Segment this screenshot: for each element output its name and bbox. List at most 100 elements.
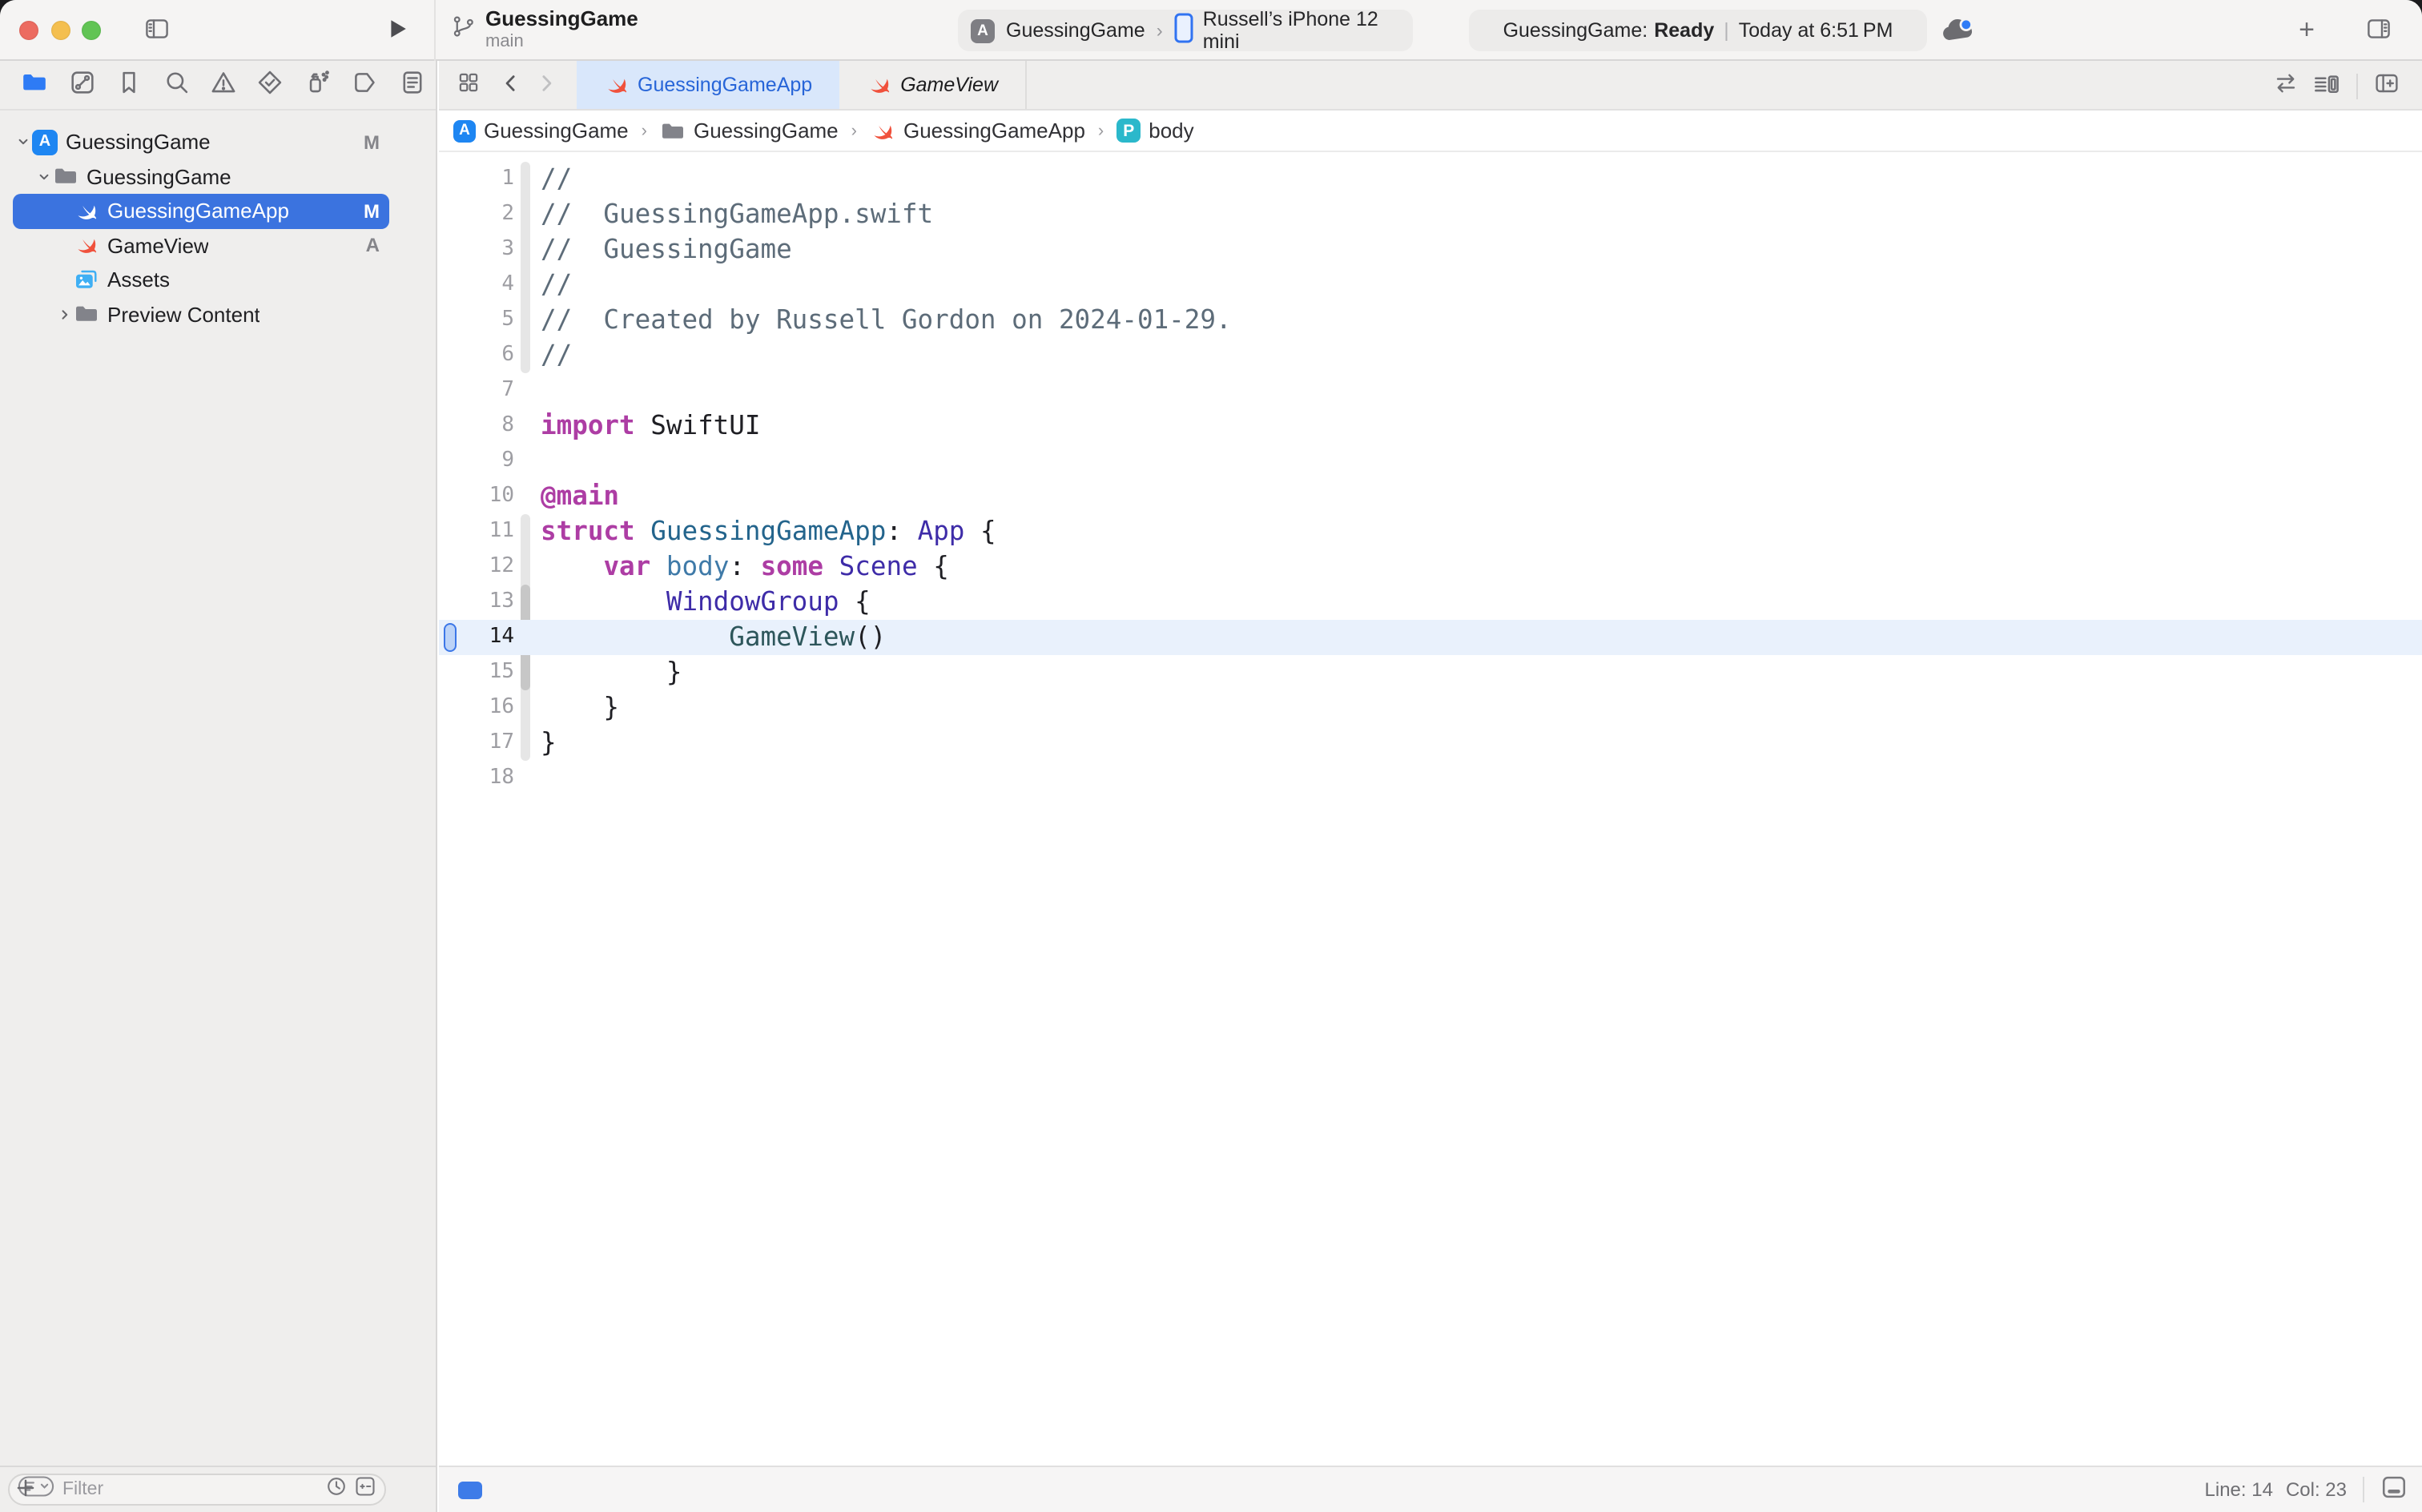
tree-row-guessinggameapp[interactable]: GuessingGameAppM (13, 194, 389, 228)
nav-tab-source-control-navigator[interactable] (58, 64, 106, 106)
code-review-button[interactable] (2267, 70, 2305, 101)
nav-tab-debug-navigator[interactable] (294, 64, 341, 106)
minimize-window-button[interactable] (51, 21, 70, 40)
code-line-9[interactable]: 9 (439, 444, 2422, 479)
tree-row-gameview[interactable]: GameViewA (13, 228, 389, 263)
adjust-editor-options-button[interactable] (2305, 70, 2347, 102)
code-line-15[interactable]: 15 } (439, 655, 2422, 690)
line-number[interactable]: 12 (439, 549, 514, 585)
swift-file-icon (867, 72, 892, 98)
line-number[interactable]: 8 (439, 408, 514, 444)
close-window-button[interactable] (19, 21, 38, 40)
code-line-6[interactable]: 6 // (439, 338, 2422, 373)
navigator-sidebar: AGuessingGameM GuessingGame GuessingGameAp… (0, 61, 437, 1512)
scheme-name[interactable]: GuessingGame (1006, 19, 1145, 42)
nav-tab-find-navigator[interactable] (153, 64, 200, 106)
document-info: GuessingGame main (452, 6, 638, 53)
code-line-7[interactable]: 7 (439, 373, 2422, 408)
editor-layout-button[interactable] (2379, 1475, 2408, 1504)
editor-tab-guessinggameapp[interactable]: GuessingGameApp (577, 61, 839, 109)
tree-row-label: GuessingGame (86, 165, 231, 189)
filter-placeholder: Filter (62, 1480, 325, 1499)
toggle-inspector-button[interactable] (2361, 14, 2396, 46)
code-line-4[interactable]: 4// (439, 267, 2422, 303)
file-status-badge: A (366, 235, 380, 257)
filter-field[interactable]: Filter (8, 1474, 386, 1506)
line-number[interactable]: 9 (439, 444, 514, 479)
code-line-14[interactable]: 14 GameView() (439, 620, 2422, 655)
editor-mode-chip[interactable] (458, 1481, 482, 1498)
go-back-button[interactable] (493, 61, 529, 109)
line-number[interactable]: 18 (439, 761, 514, 796)
line-number[interactable]: 1 (439, 162, 514, 197)
code-line-13[interactable]: 13 WindowGroup { (439, 585, 2422, 620)
source-editor[interactable]: 1//2// GuessingGameApp.swift3// Guessing… (439, 154, 2422, 1466)
code-line-12[interactable]: 12 var body: some Scene { (439, 549, 2422, 585)
related-items-button[interactable] (447, 61, 489, 109)
line-number[interactable]: 16 (439, 690, 514, 726)
nav-tab-test-navigator[interactable] (247, 64, 294, 106)
zoom-window-button[interactable] (82, 21, 101, 40)
line-number[interactable]: 15 (439, 655, 514, 690)
code-line-16[interactable]: 16 } (439, 690, 2422, 726)
nav-tab-report-navigator[interactable] (388, 64, 436, 106)
nav-tab-bookmark-navigator[interactable] (106, 64, 153, 106)
toggle-navigator-button[interactable] (141, 16, 173, 46)
code-line-18[interactable]: 18 (439, 761, 2422, 796)
scheme-selector[interactable]: A GuessingGame › Russell’s iPhone 12 min… (958, 10, 1413, 51)
tree-row-guessinggame[interactable]: AGuessingGameM (13, 125, 389, 159)
line-number[interactable]: 10 (439, 479, 514, 514)
code-text: // (541, 338, 572, 373)
code-line-17[interactable]: 17} (439, 726, 2422, 761)
swift-file-icon (604, 72, 630, 98)
library-add-button[interactable]: + (2291, 14, 2323, 46)
line-number[interactable]: 7 (439, 373, 514, 408)
go-forward-button[interactable] (529, 61, 564, 109)
folder-icon (660, 118, 686, 143)
assets-icon (74, 267, 99, 293)
line-number[interactable]: 3 (439, 232, 514, 267)
code-line-10[interactable]: 10@main (439, 479, 2422, 514)
breadcrumb-guessinggame[interactable]: AGuessingGame (453, 119, 629, 143)
code-line-5[interactable]: 5// Created by Russell Gordon on 2024-01… (439, 303, 2422, 338)
tree-row-preview-content[interactable]: Preview Content (13, 297, 389, 332)
tree-row-assets[interactable]: Assets (13, 263, 389, 297)
breadcrumb-guessinggameapp[interactable]: GuessingGameApp (870, 118, 1085, 143)
line-number[interactable]: 13 (439, 585, 514, 620)
line-number[interactable]: 4 (439, 267, 514, 303)
line-number[interactable]: 5 (439, 303, 514, 338)
breadcrumb-guessinggame[interactable]: GuessingGame (660, 118, 839, 143)
recent-files-icon[interactable] (325, 1474, 348, 1505)
disclosure-open-icon[interactable] (34, 168, 53, 186)
line-number[interactable]: 17 (439, 726, 514, 761)
disclosure-closed-icon[interactable] (54, 306, 74, 324)
breadcrumb-body[interactable]: Pbody (1116, 119, 1193, 143)
cloud-sync-icon[interactable] (1938, 13, 1977, 48)
code-line-11[interactable]: 11struct GuessingGameApp: App { (439, 514, 2422, 549)
nav-tab-project-navigator[interactable] (11, 64, 58, 106)
run-button[interactable] (383, 16, 412, 45)
nav-tab-issue-navigator[interactable] (200, 64, 247, 106)
editor-area: GuessingGameAppGameView AGuessingGame›Gu… (439, 61, 2422, 1512)
add-file-button[interactable] (13, 1477, 38, 1502)
code-line-1[interactable]: 1// (439, 162, 2422, 197)
editor-tab-label: GuessingGameApp (638, 74, 812, 96)
nav-tab-breakpoint-navigator[interactable] (341, 64, 388, 106)
line-number[interactable]: 6 (439, 338, 514, 373)
source-control-status-icon[interactable] (354, 1474, 376, 1505)
code-line-2[interactable]: 2 // GuessingGameApp.swift (439, 197, 2422, 232)
tree-row-guessinggame[interactable]: GuessingGame (13, 159, 389, 194)
status-divider: | (1724, 19, 1729, 42)
code-line-3[interactable]: 3// GuessingGame (439, 232, 2422, 267)
activity-status[interactable]: GuessingGame: Ready | Today at 6:51 PM (1469, 10, 1927, 51)
add-editor-button[interactable] (2368, 70, 2406, 101)
editor-tab-gameview[interactable]: GameView (839, 61, 1027, 109)
run-destination[interactable]: Russell’s iPhone 12 mini (1203, 8, 1400, 53)
code-line-8[interactable]: 8import SwiftUI (439, 408, 2422, 444)
line-number[interactable]: 11 (439, 514, 514, 549)
project-navigator-tree: AGuessingGameM GuessingGame GuessingGameAp… (0, 111, 436, 1466)
disclosure-open-icon[interactable] (13, 134, 32, 151)
line-number[interactable]: 2 (439, 197, 514, 232)
code-text: // GuessingGameApp.swift (541, 197, 933, 232)
code-text: WindowGroup { (541, 585, 871, 620)
